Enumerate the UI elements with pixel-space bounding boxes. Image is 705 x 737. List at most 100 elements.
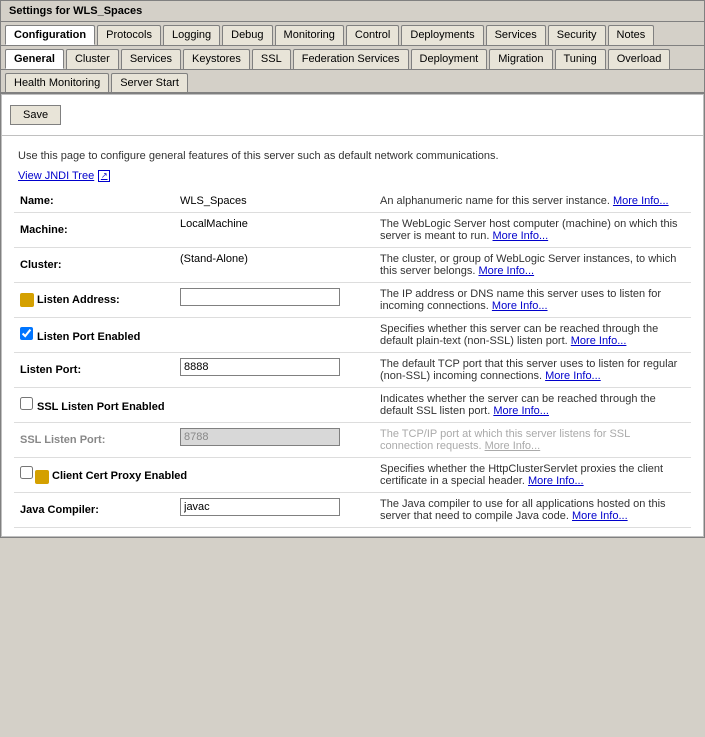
- field-label-3: Listen Address:: [14, 283, 174, 318]
- label-text-2: Cluster:: [20, 259, 62, 271]
- label-text-3: Listen Address:: [37, 294, 120, 306]
- input-field-9[interactable]: [180, 498, 340, 516]
- tab-row1-debug[interactable]: Debug: [222, 25, 272, 45]
- value-text-2: (Stand-Alone): [180, 253, 248, 265]
- field-desc-8: Specifies whether the HttpClusterServlet…: [374, 458, 691, 493]
- field-label-2: Cluster:: [14, 248, 174, 283]
- more-link-2[interactable]: More Info...: [478, 265, 534, 277]
- tab-row1-configuration[interactable]: Configuration: [5, 25, 95, 45]
- field-value-1: LocalMachine: [174, 213, 374, 248]
- table-row: Java Compiler: The Java compiler to use f…: [14, 493, 691, 528]
- content-area: Save Use this page to configure general …: [1, 94, 704, 537]
- table-row: SSL Listen Port Enabled Indicates whether…: [14, 388, 691, 423]
- table-row: SSL Listen Port: The TCP/IP port at which…: [14, 423, 691, 458]
- table-row: Listen Port: The default TCP port that th…: [14, 353, 691, 388]
- label-text-6: SSL Listen Port Enabled: [37, 401, 165, 413]
- tab-row1-control[interactable]: Control: [346, 25, 399, 45]
- tab-row2-general[interactable]: General: [5, 49, 64, 69]
- cert-icon-8: [35, 470, 49, 484]
- field-label-6: SSL Listen Port Enabled: [14, 388, 374, 423]
- more-link-4[interactable]: More Info...: [571, 335, 627, 347]
- field-value-7: [174, 423, 374, 458]
- field-value-9: [174, 493, 374, 528]
- field-label-4: Listen Port Enabled: [14, 318, 374, 353]
- tab-row1-protocols[interactable]: Protocols: [97, 25, 161, 45]
- jndi-link-text: View JNDI Tree: [18, 170, 94, 182]
- field-value-2: (Stand-Alone): [174, 248, 374, 283]
- content: Use this page to configure general featu…: [2, 136, 703, 536]
- external-link-icon: ↗: [98, 170, 110, 182]
- field-label-7: SSL Listen Port:: [14, 423, 174, 458]
- label-text-5: Listen Port:: [20, 364, 81, 376]
- field-desc-1: The WebLogic Server host computer (machi…: [374, 213, 691, 248]
- tab-row1-logging[interactable]: Logging: [163, 25, 220, 45]
- tab-row2-migration[interactable]: Migration: [489, 49, 552, 69]
- tab-row1-deployments[interactable]: Deployments: [401, 25, 483, 45]
- label-text-7: SSL Listen Port:: [20, 434, 105, 446]
- more-link-7[interactable]: More Info...: [485, 440, 541, 452]
- field-label-8: Client Cert Proxy Enabled: [14, 458, 374, 493]
- field-label-1: Machine:: [14, 213, 174, 248]
- tab-row2-keystores[interactable]: Keystores: [183, 49, 250, 69]
- tab-row2-cluster[interactable]: Cluster: [66, 49, 119, 69]
- field-desc-3: The IP address or DNS name this server u…: [374, 283, 691, 318]
- main-window: Settings for WLS_Spaces ConfigurationPro…: [0, 0, 705, 538]
- tabs-row-2: GeneralClusterServicesKeystoresSSLFedera…: [1, 46, 704, 70]
- input-field-disabled-7: [180, 428, 340, 446]
- tab-row2-services[interactable]: Services: [121, 49, 181, 69]
- jndi-tree-link[interactable]: View JNDI Tree ↗: [14, 166, 691, 190]
- tab-row2-ssl[interactable]: SSL: [252, 49, 291, 69]
- input-field-3[interactable]: [180, 288, 340, 306]
- table-row: Listen Address: The IP address or DNS nam…: [14, 283, 691, 318]
- tab-row3-server-start[interactable]: Server Start: [111, 73, 188, 92]
- field-value-5: [174, 353, 374, 388]
- field-desc-6: Indicates whether the server can be reac…: [374, 388, 691, 423]
- tab-row1-notes[interactable]: Notes: [608, 25, 655, 45]
- checkbox-icon-8[interactable]: [20, 466, 33, 479]
- tab-row2-federation-services[interactable]: Federation Services: [293, 49, 409, 69]
- more-link-8[interactable]: More Info...: [528, 475, 584, 487]
- field-label-0: Name:: [14, 190, 174, 213]
- tabs-row-1: ConfigurationProtocolsLoggingDebugMonito…: [1, 22, 704, 46]
- tab-row2-overload[interactable]: Overload: [608, 49, 671, 69]
- more-link-0[interactable]: More Info...: [613, 195, 669, 207]
- more-link-1[interactable]: More Info...: [493, 230, 549, 242]
- more-link-3[interactable]: More Info...: [492, 300, 548, 312]
- server-icon-3: [20, 293, 34, 307]
- page-description: Use this page to configure general featu…: [14, 144, 691, 166]
- field-value-0: WLS_Spaces: [174, 190, 374, 213]
- label-text-9: Java Compiler:: [20, 504, 99, 516]
- input-field-5[interactable]: [180, 358, 340, 376]
- more-link-9[interactable]: More Info...: [572, 510, 628, 522]
- table-row: Listen Port EnabledSpecifies whether thi…: [14, 318, 691, 353]
- checkbox-4[interactable]: [20, 327, 33, 340]
- label-text-8: Client Cert Proxy Enabled: [52, 470, 187, 482]
- save-button[interactable]: Save: [10, 105, 61, 125]
- tab-row2-deployment[interactable]: Deployment: [411, 49, 488, 69]
- tab-row1-monitoring[interactable]: Monitoring: [275, 25, 344, 45]
- field-label-5: Listen Port:: [14, 353, 174, 388]
- checkbox-6[interactable]: [20, 397, 33, 410]
- table-row: Cluster: (Stand-Alone) The cluster, or gro…: [14, 248, 691, 283]
- tab-row1-services[interactable]: Services: [486, 25, 546, 45]
- value-text-1: LocalMachine: [180, 218, 248, 230]
- label-text-1: Machine:: [20, 224, 68, 236]
- table-row: Client Cert Proxy Enabled Specifies wheth…: [14, 458, 691, 493]
- tab-row3-health-monitoring[interactable]: Health Monitoring: [5, 73, 109, 92]
- tab-row1-security[interactable]: Security: [548, 25, 606, 45]
- settings-table: Name:WLS_SpacesAn alphanumeric name for …: [14, 190, 691, 528]
- more-link-6[interactable]: More Info...: [493, 405, 549, 417]
- field-desc-7: The TCP/IP port at which this server lis…: [374, 423, 691, 458]
- table-row: Name:WLS_SpacesAn alphanumeric name for …: [14, 190, 691, 213]
- field-desc-9: The Java compiler to use for all applica…: [374, 493, 691, 528]
- tab-row2-tuning[interactable]: Tuning: [555, 49, 606, 69]
- field-desc-5: The default TCP port that this server us…: [374, 353, 691, 388]
- value-text-0: WLS_Spaces: [180, 195, 247, 207]
- field-desc-2: The cluster, or group of WebLogic Server…: [374, 248, 691, 283]
- table-row: Machine: LocalMachine The WebLogic Server …: [14, 213, 691, 248]
- title-bar: Settings for WLS_Spaces: [1, 1, 704, 22]
- tabs-row-3: Health MonitoringServer Start: [1, 70, 704, 94]
- field-label-9: Java Compiler:: [14, 493, 174, 528]
- save-row: Save: [2, 95, 703, 136]
- more-link-5[interactable]: More Info...: [545, 370, 601, 382]
